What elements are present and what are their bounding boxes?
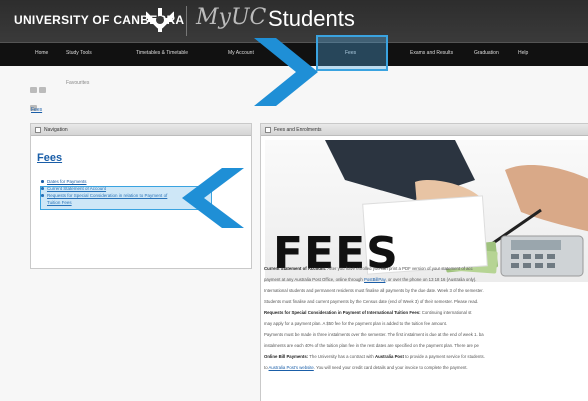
site-header: UNIVERSITY OF CANBERRA MyUC Students [0,0,588,42]
fees-heading-link[interactable]: Fees [37,152,62,164]
paragraph-special-consideration: Requests for Special Consideration in Pa… [264,310,472,315]
paragraph-instalments: Payments must be made in three instalmen… [264,332,484,337]
australia-post-text: Australia Post [374,354,404,359]
nav-item-home[interactable]: Home [35,50,48,56]
paragraph-international: International students and permanent res… [264,288,484,293]
fees-hero-image: FEES [265,140,588,282]
fees-panel-title: Fees and Enrolments [274,127,322,133]
breadcrumb-fees-link[interactable]: Fees [31,107,42,113]
breadcrumb[interactable]: Favourites [66,80,89,86]
australia-post-website-link[interactable]: Australia Post's website [269,365,314,370]
nav-item-graduation[interactable]: Graduation [474,50,499,56]
print-icon[interactable] [39,87,46,93]
paragraph-payment-options: payment at any Australia Post Office, on… [264,277,477,282]
header-divider [186,6,187,36]
breadcrumb-icons [30,80,56,111]
nav-item-timetables[interactable]: Timetables & Timetable [136,50,188,56]
paragraph-current-statement: Current Statement of Account: After you … [264,266,473,271]
collapse-toggle-icon[interactable] [265,127,271,133]
nav-item-study-tools[interactable]: Study Tools [66,50,92,56]
nav-item-exams-results[interactable]: Exams and Results [410,50,453,56]
myuc-logo[interactable]: MyUC [196,5,266,30]
pointer-arrow-right-icon [254,38,318,106]
university-crest-icon [146,8,174,32]
navigation-panel-title: Navigation [44,127,68,133]
portal-title: Students [268,6,355,31]
home-icon[interactable] [30,87,37,93]
fees-body-text: Current Statement of Account: After you … [264,266,588,376]
link-dates-for-payments[interactable]: Dates for Payments [41,178,167,185]
page: UNIVERSITY OF CANBERRA MyUC Students Hom… [0,0,588,401]
navigation-panel-header: Navigation [31,124,251,136]
fees-tab-highlight [316,35,388,71]
pointer-arrow-left-icon [182,168,244,228]
paragraph-instalments-cont: instalments are each 40% of the tuition … [264,343,479,348]
collapse-toggle-icon[interactable] [35,127,41,133]
paragraph-census: Students must finalise and current payme… [264,299,479,304]
nav-item-help[interactable]: Help [518,50,528,56]
paragraph-online-bill: Online Bill Payments: The University has… [264,354,485,359]
fees-panel-header: Fees and Enrolments [261,124,588,136]
paragraph-australia-post: to Australia Post's website. You will ne… [264,365,468,370]
postbillpay-link[interactable]: PostBillPay [364,277,385,282]
paragraph-payment-plan: may apply for a payment plan. A $50 fee … [264,321,447,326]
